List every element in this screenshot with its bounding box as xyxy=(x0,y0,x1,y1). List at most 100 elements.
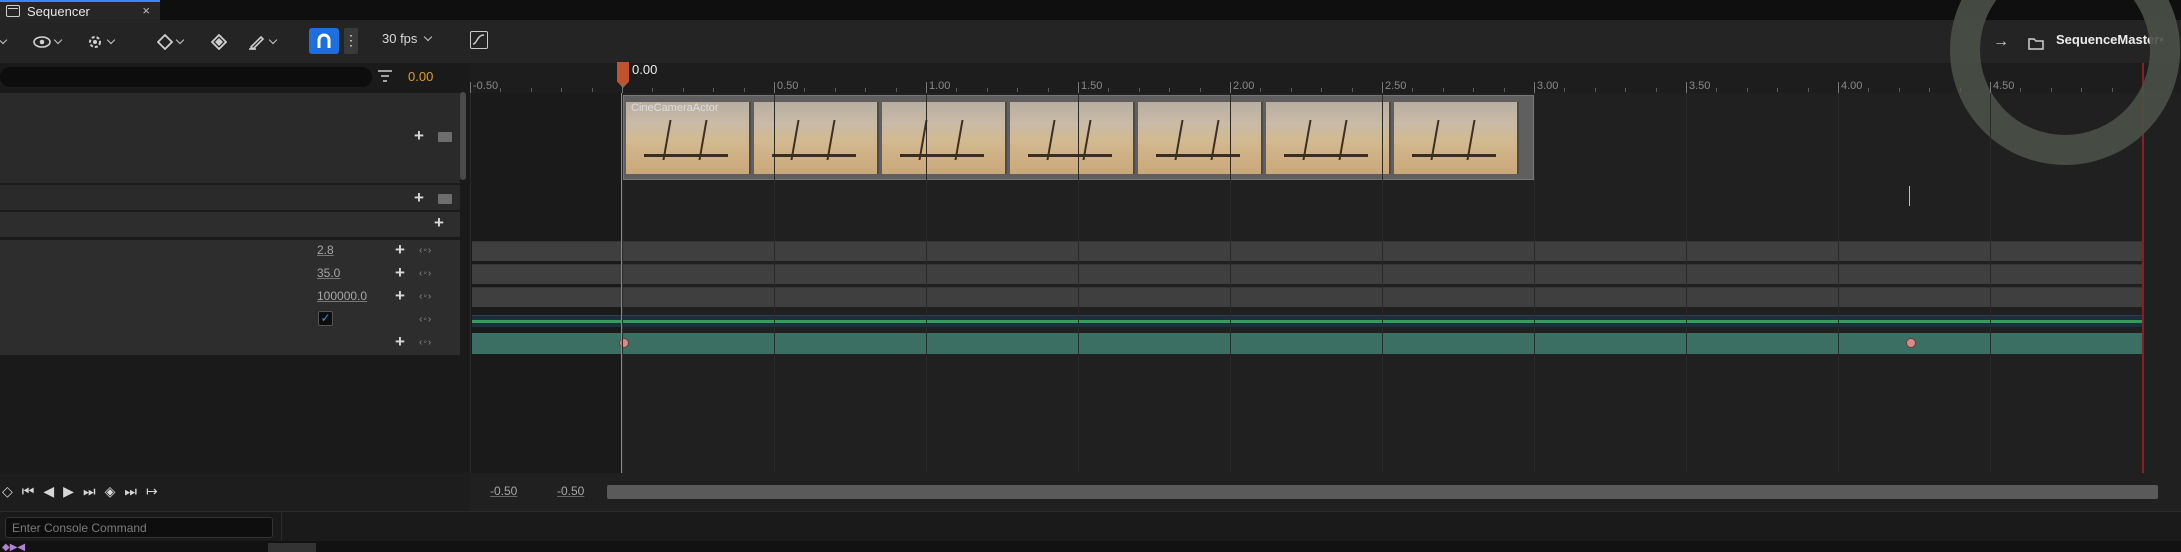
key-nav-icons[interactable]: ‹◦› xyxy=(419,337,432,348)
camera-icon[interactable] xyxy=(438,132,452,142)
key-forward-icon[interactable]: ◈ xyxy=(105,483,116,500)
view-options-button[interactable] xyxy=(33,31,63,53)
skip-start-icon[interactable]: ⏮ xyxy=(22,483,35,500)
fps-label: 30 fps xyxy=(382,31,418,46)
ruler-tick-label: 0.50 xyxy=(777,80,799,92)
add-key-plus-icon[interactable]: + xyxy=(395,264,405,281)
clip-thumbnail xyxy=(1266,102,1391,174)
add-key-plus-icon[interactable]: + xyxy=(395,333,405,350)
curve-editor-button[interactable] xyxy=(470,31,488,49)
ruler-minor-tick xyxy=(2081,88,2083,92)
ruler-minor-tick xyxy=(1047,88,1049,92)
focus-distance-lane[interactable] xyxy=(472,287,2142,307)
enabled-checkbox[interactable]: ✓ xyxy=(318,311,333,326)
status-icons: ◆▶◀ xyxy=(2,542,26,552)
key-back-icon[interactable]: ◇ xyxy=(2,483,13,500)
focus-distance-value[interactable]: 100000.0 xyxy=(317,289,367,303)
ruler-minor-tick xyxy=(500,88,502,92)
camera-icon[interactable] xyxy=(438,194,452,204)
auto-key-button[interactable] xyxy=(211,31,227,53)
time-ruler[interactable] xyxy=(470,63,2181,93)
fps-dropdown[interactable]: 30 fps xyxy=(382,31,433,46)
filter-icon[interactable] xyxy=(378,69,392,85)
ruler-minor-tick xyxy=(530,88,532,92)
selected-transform-lane[interactable] xyxy=(472,333,2142,354)
ruler-minor-tick xyxy=(895,88,897,92)
play-reverse-icon[interactable]: ◀ xyxy=(43,483,54,500)
text-cursor xyxy=(1909,186,1910,206)
playback-options-button[interactable] xyxy=(86,31,116,53)
add-track-plus-icon[interactable]: + xyxy=(434,214,444,231)
ruler-minor-tick xyxy=(1017,88,1019,92)
snap-toggle-button[interactable] xyxy=(309,28,339,54)
add-track-plus-icon[interactable]: + xyxy=(414,127,424,144)
ruler-tick-label: 2.50 xyxy=(1385,80,1407,92)
key-nav-icons[interactable]: ‹◦› xyxy=(419,291,432,302)
keyframe-marker[interactable] xyxy=(1906,338,1916,348)
key-nav-icons[interactable]: ‹◦› xyxy=(419,314,432,325)
bool-lane[interactable] xyxy=(472,315,2142,327)
key-nav-icons[interactable]: ‹◦› xyxy=(419,245,432,256)
loop-icon[interactable]: ↦ xyxy=(146,483,158,500)
ruler-minor-tick xyxy=(1412,88,1414,92)
ruler-minor-tick xyxy=(865,88,867,92)
ruler-minor-tick xyxy=(1503,88,1505,92)
playhead-time: 0.00 xyxy=(632,62,658,77)
chevron-down-icon xyxy=(53,35,63,45)
sequencer-window: Sequencer × ⋮ 30 fps → SequenceMaster• 0… xyxy=(0,0,2181,552)
ruler-major-tick xyxy=(1838,82,1839,93)
ruler-minor-tick xyxy=(1898,88,1900,92)
tab-sequencer[interactable]: Sequencer × xyxy=(0,0,160,20)
horizontal-scrollbar[interactable] xyxy=(607,485,2158,499)
grid-line xyxy=(1686,93,1687,473)
current-time-field[interactable]: 0.00 xyxy=(408,69,433,84)
ruler-minor-tick xyxy=(1929,88,1931,92)
step-forward-icon[interactable]: ⏭ xyxy=(83,483,96,500)
aperture-value[interactable]: 2.8 xyxy=(317,243,334,257)
edit-tool-button[interactable] xyxy=(248,31,278,53)
keyframe-options-button[interactable] xyxy=(157,31,185,53)
key-nav-icons[interactable]: ‹◦› xyxy=(419,268,432,279)
aperture-lane[interactable] xyxy=(472,241,2142,261)
ruler-minor-tick xyxy=(1473,88,1475,92)
vertical-scrollbar[interactable] xyxy=(460,92,466,180)
ruler-minor-tick xyxy=(561,88,563,92)
ruler-tick-label: -0.50 xyxy=(473,80,499,92)
key-diamond-icon xyxy=(157,34,173,50)
transport-controls: ◇ ⏮ ◀ ▶ ⏭ ◈ ⏭ ↦ xyxy=(2,483,158,500)
thumbnail-ground xyxy=(1156,154,1240,157)
focal-length-lane[interactable] xyxy=(472,264,2142,284)
curve-icon xyxy=(472,34,485,45)
play-icon[interactable]: ▶ xyxy=(63,483,74,500)
snap-options-button[interactable]: ⋮ xyxy=(344,28,358,54)
view-range-end[interactable]: -0.50 xyxy=(557,484,584,498)
ruler-minor-tick xyxy=(2020,88,2022,92)
bool-line xyxy=(472,320,2142,323)
toolbar-menu-dropdown[interactable] xyxy=(0,31,8,53)
ruler-major-tick xyxy=(926,82,927,93)
ruler-minor-tick xyxy=(1199,88,1201,92)
ruler-minor-tick xyxy=(1716,88,1718,92)
camera-actor-track-row[interactable] xyxy=(0,93,460,183)
close-icon[interactable]: × xyxy=(142,3,150,18)
view-range-start[interactable]: -0.50 xyxy=(490,484,517,498)
grid-line xyxy=(1382,93,1383,473)
focal-length-value[interactable]: 35.0 xyxy=(317,266,340,280)
bottom-tab[interactable] xyxy=(268,543,316,552)
grid-line xyxy=(1078,93,1079,473)
console-input[interactable]: Enter Console Command xyxy=(5,517,273,538)
ruler-minor-tick xyxy=(1442,88,1444,92)
add-track-plus-icon[interactable]: + xyxy=(414,189,424,206)
ruler-minor-tick xyxy=(1290,88,1292,92)
add-key-plus-icon[interactable]: + xyxy=(395,241,405,258)
ruler-minor-tick xyxy=(713,88,715,92)
ruler-minor-tick xyxy=(1321,88,1323,92)
grid-line xyxy=(1534,93,1535,473)
pencil-icon xyxy=(249,35,265,50)
clapperboard-icon xyxy=(6,5,20,17)
skip-end-icon[interactable]: ⏭ xyxy=(124,483,137,500)
component-header-row[interactable] xyxy=(0,212,460,237)
search-input[interactable] xyxy=(0,67,372,87)
add-key-plus-icon[interactable]: + xyxy=(395,287,405,304)
camera-component-row[interactable] xyxy=(0,185,460,210)
